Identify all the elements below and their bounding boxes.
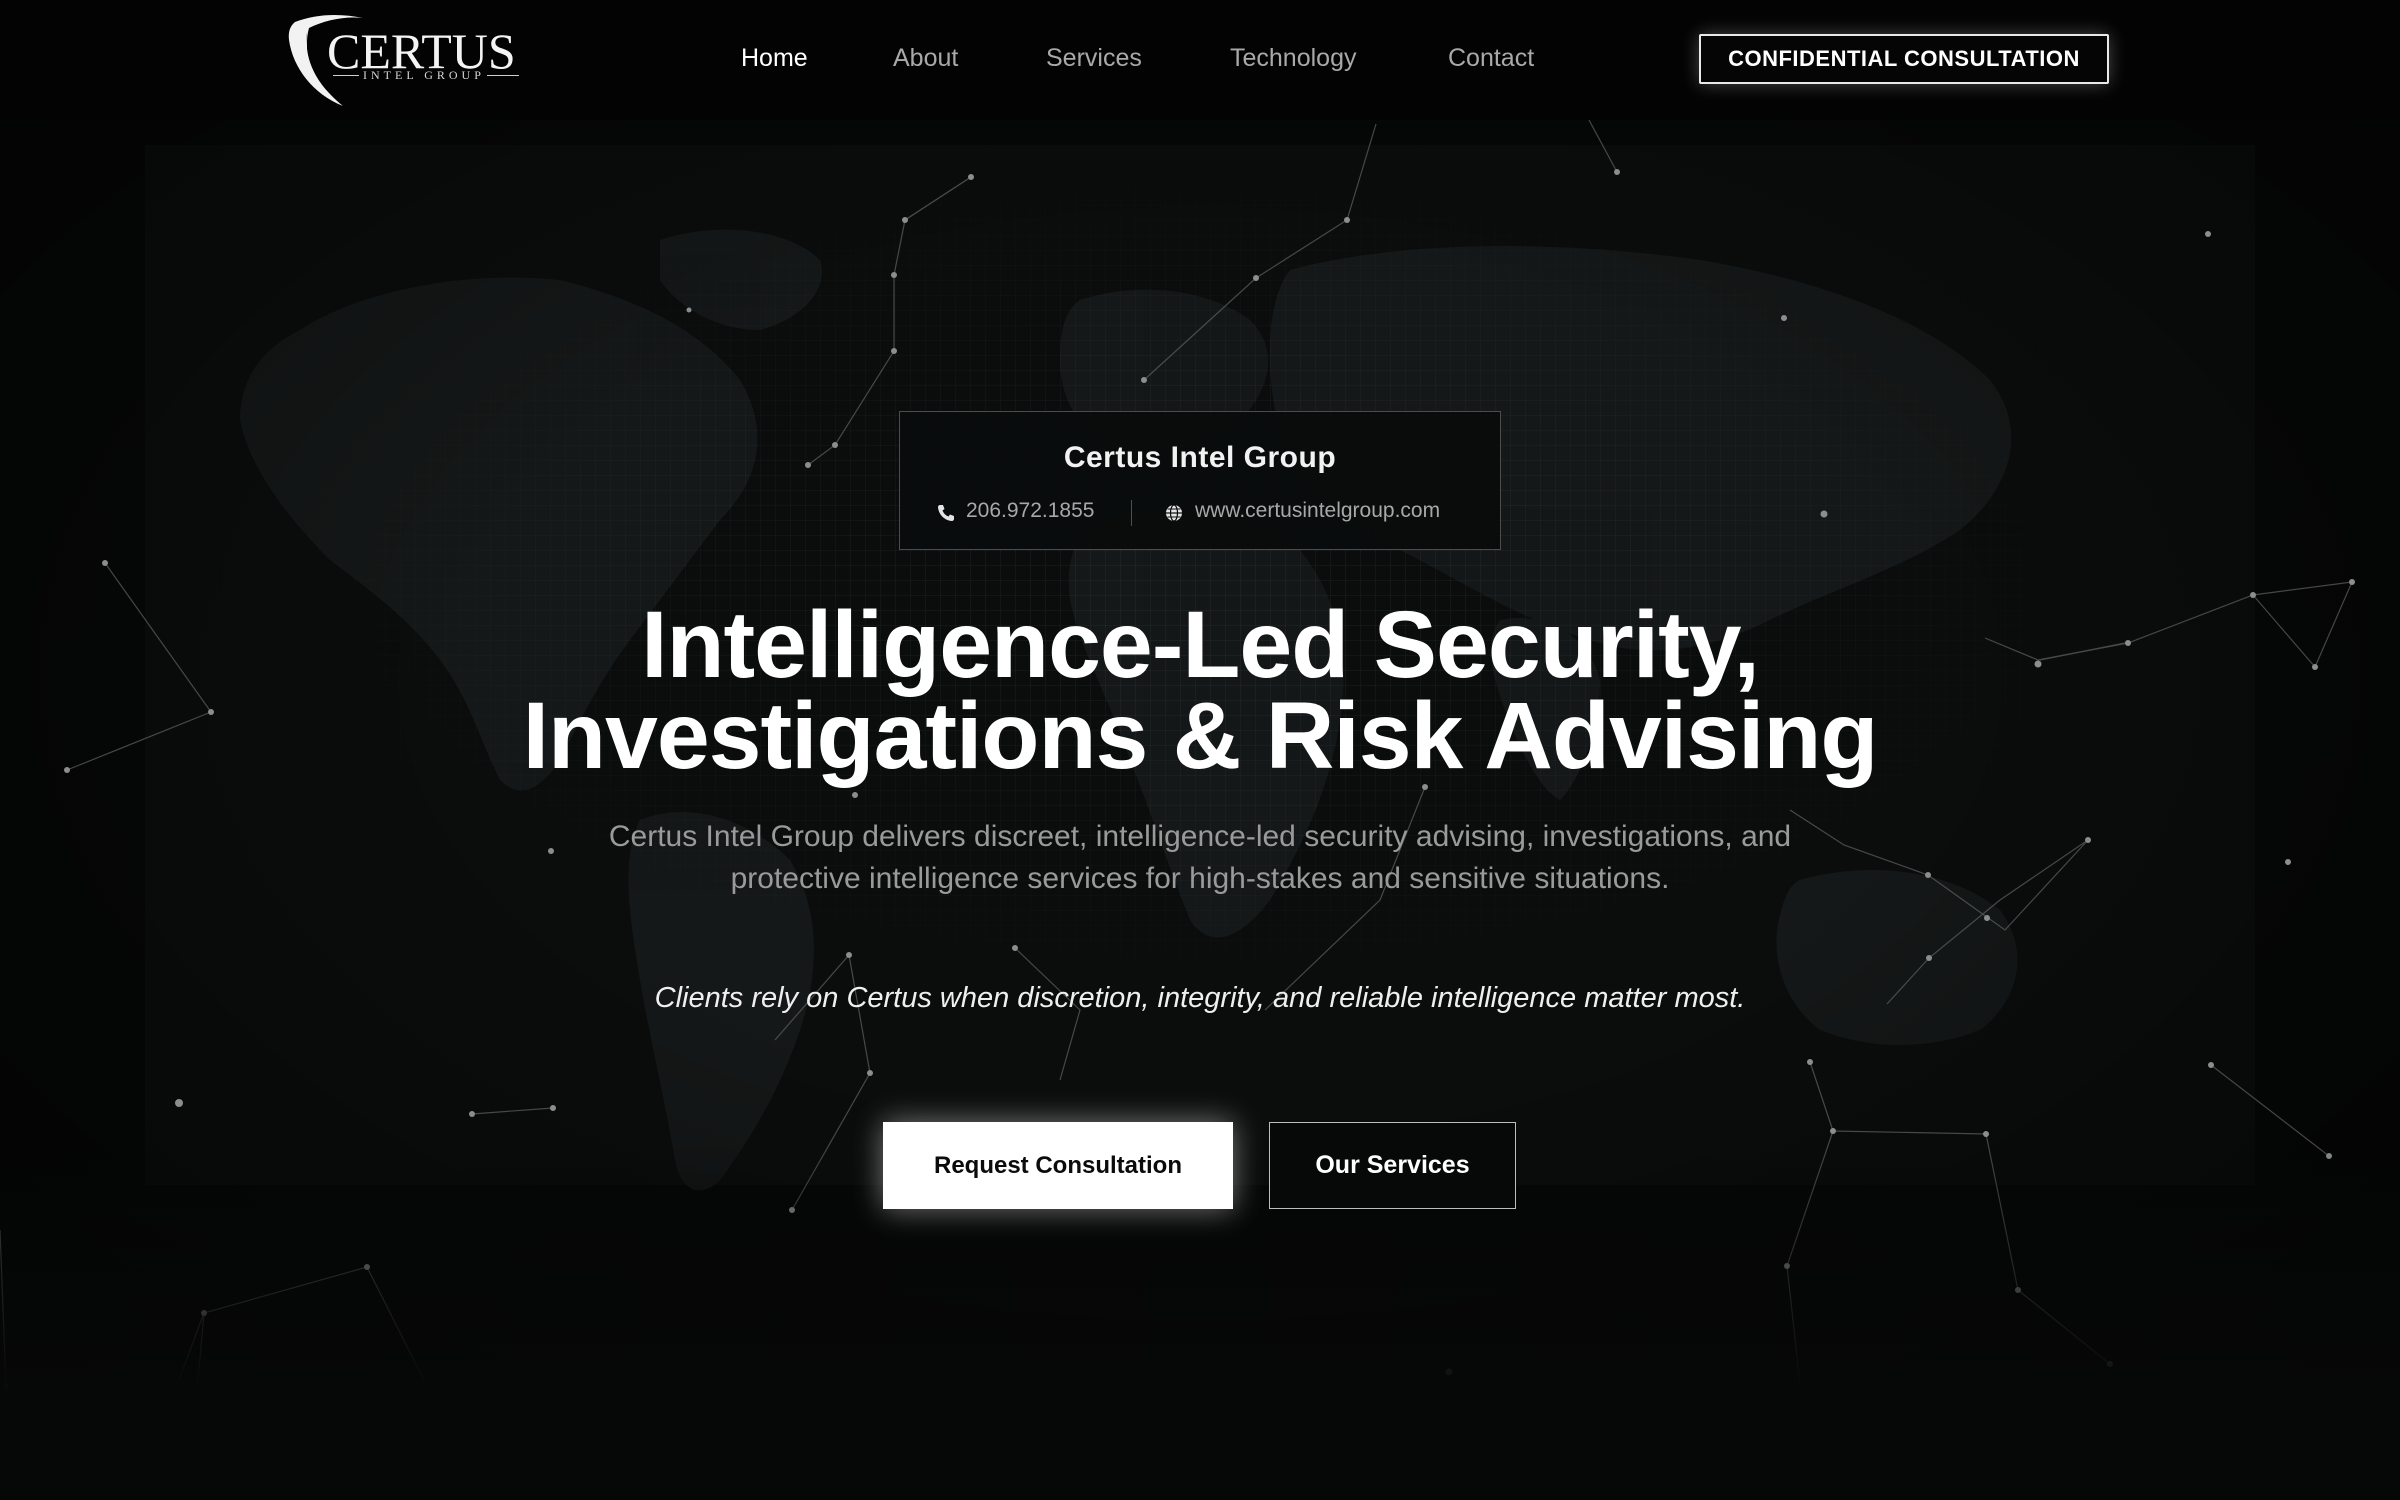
contact-website[interactable]: www.certusintelgroup.com <box>1195 499 1440 523</box>
contact-card: Certus Intel Group 206.972.1855 www.cert… <box>899 411 1501 550</box>
contact-card-row: 206.972.1855 www.certusintelgroup.com <box>900 499 1500 529</box>
nav-technology[interactable]: Technology <box>1230 44 1356 73</box>
landing-page: CERTUS INTEL GROUP Home About Services T… <box>0 0 2400 1500</box>
nav-services[interactable]: Services <box>1046 44 1142 73</box>
tagline-rule-left <box>333 75 359 76</box>
nav-contact[interactable]: Contact <box>1448 44 1534 73</box>
contact-divider <box>1131 500 1132 526</box>
brand-logo[interactable]: CERTUS INTEL GROUP <box>285 10 525 110</box>
hero-tagline: Clients rely on Certus when discretion, … <box>654 982 1746 1014</box>
brand-tagline: INTEL GROUP <box>363 68 485 82</box>
nav-about[interactable]: About <box>893 44 958 73</box>
request-consultation-button[interactable]: Request Consultation <box>883 1122 1233 1209</box>
nav-home[interactable]: Home <box>741 44 808 73</box>
our-services-button[interactable]: Our Services <box>1269 1122 1516 1209</box>
phone-icon <box>938 505 954 521</box>
confidential-consultation-button[interactable]: CONFIDENTIAL CONSULTATION <box>1699 34 2109 84</box>
hero-headline-line1: Intelligence-Led Security, <box>641 592 1760 698</box>
globe-icon <box>1166 504 1182 522</box>
contact-phone[interactable]: 206.972.1855 <box>966 499 1094 523</box>
contact-card-title: Certus Intel Group <box>1063 441 1337 474</box>
hero-description: Certus Intel Group delivers discreet, in… <box>608 820 1792 895</box>
tagline-rule-right <box>487 75 519 76</box>
site-header: CERTUS INTEL GROUP Home About Services T… <box>0 0 2400 120</box>
hero-headline-line2: Investigations & Risk Advising <box>522 683 1879 789</box>
